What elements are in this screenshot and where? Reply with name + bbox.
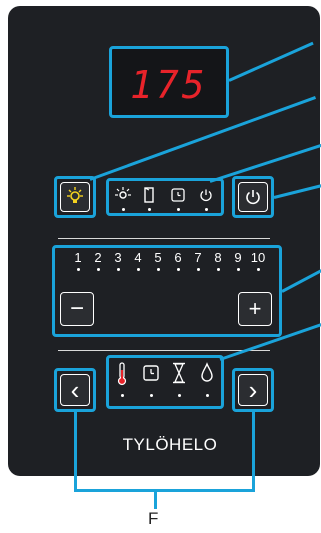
level-label: 2	[94, 250, 102, 265]
level-dot	[177, 268, 180, 271]
bracket-left	[74, 412, 77, 492]
level-label: 10	[250, 250, 266, 265]
indicator-dot	[122, 208, 125, 211]
plus-button[interactable]: +	[238, 292, 272, 326]
display-value: 175	[130, 63, 208, 107]
level-dot	[197, 268, 200, 271]
power-small-icon	[200, 189, 212, 202]
next-button[interactable]: ›	[238, 374, 268, 406]
mode-indicators	[110, 182, 220, 212]
indicator-dot	[205, 208, 208, 211]
level-label: 7	[194, 250, 202, 265]
level-scale: 1 2 3 4 5 6 7 8 9 10	[70, 250, 270, 280]
level-label: 9	[234, 250, 242, 265]
callout-label-f: F	[148, 509, 159, 528]
clock-icon	[143, 365, 159, 381]
level-dot	[217, 268, 220, 271]
parameter-indicators	[110, 358, 220, 406]
level-label: 6	[174, 250, 182, 265]
parameter-dot	[206, 394, 209, 397]
level-dot	[157, 268, 160, 271]
temperature-display: 175	[109, 46, 229, 118]
parameter-dot	[121, 394, 124, 397]
indicator-dot	[148, 208, 151, 211]
level-label: 4	[134, 250, 142, 265]
bracket-right	[252, 412, 255, 492]
level-dot	[257, 268, 260, 271]
power-button[interactable]	[238, 182, 268, 212]
thermometer-icon	[117, 362, 127, 386]
minus-button[interactable]: −	[60, 292, 94, 326]
bracket-stem	[154, 489, 157, 509]
divider	[58, 238, 270, 239]
brand-logo-text: TYLÖHELO	[122, 435, 218, 454]
level-label: 5	[154, 250, 162, 265]
prev-button[interactable]: ‹	[60, 374, 90, 406]
level-label: 3	[114, 250, 122, 265]
hourglass-icon	[173, 362, 185, 384]
level-label: 8	[214, 250, 222, 265]
timer-icon	[171, 188, 185, 202]
level-dot	[77, 268, 80, 271]
light-bulb-icon	[67, 187, 83, 203]
parameter-dot	[178, 394, 181, 397]
bracket-bottom	[74, 489, 255, 492]
level-label: 1	[74, 250, 82, 265]
power-icon	[246, 190, 260, 205]
indicator-dot	[177, 208, 180, 211]
light-icon	[115, 187, 131, 199]
humidity-drop-icon	[201, 362, 213, 382]
level-dot	[117, 268, 120, 271]
level-dot	[237, 268, 240, 271]
parameter-dot	[150, 394, 153, 397]
level-dot	[97, 268, 100, 271]
door-icon	[144, 187, 154, 203]
level-dot	[137, 268, 140, 271]
light-button[interactable]	[60, 182, 90, 212]
